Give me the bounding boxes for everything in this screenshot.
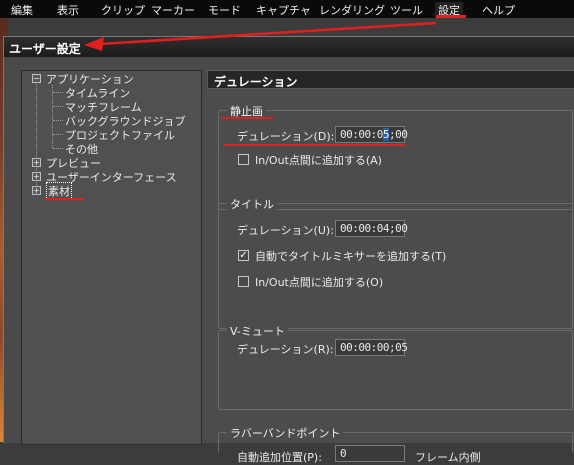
menu-help[interactable]: ヘルプ xyxy=(482,2,515,18)
v-mute-duration-value: 00:00:00;05 xyxy=(340,341,408,354)
tree-connector xyxy=(53,134,63,135)
menu-tools[interactable]: ツール xyxy=(390,2,423,18)
section-header: デュレーション xyxy=(207,70,574,89)
menu-mode[interactable]: モード xyxy=(208,2,241,18)
tree-item-project-file[interactable]: プロジェクトファイル xyxy=(65,128,175,142)
tree-connector xyxy=(53,92,63,93)
checkmark-icon: ✓ xyxy=(239,250,248,261)
rubberband-legend: ラバーバンドポイント xyxy=(227,425,344,441)
menu-capture[interactable]: キャプチャ xyxy=(256,2,311,18)
title-duration-input[interactable]: 00:00:04;00 xyxy=(335,220,408,237)
tree-item-application[interactable]: − アプリケーション xyxy=(32,72,134,86)
menu-edit[interactable]: 編集 xyxy=(11,2,33,18)
tree-item-preview[interactable]: + プレビュー xyxy=(32,156,101,170)
expand-icon[interactable]: + xyxy=(32,172,41,181)
title-auto-mixer-label: 自動でタイトルミキサーを追加する(T) xyxy=(255,250,447,263)
still-inout-label: In/Out点間に追加する(A) xyxy=(255,154,382,167)
tree-item-label-selected: 素材 xyxy=(46,181,72,200)
v-mute-legend: V-ミュート xyxy=(227,323,288,339)
title-duration-label: デュレーション(U): xyxy=(237,224,334,237)
title-duration-value: 00:00:04;00 xyxy=(340,222,408,235)
tree-connector xyxy=(53,148,63,149)
dialog-title: ユーザー設定 xyxy=(9,42,81,56)
v-mute-duration-label: デュレーション(R): xyxy=(237,343,334,356)
menu-view[interactable]: 表示 xyxy=(57,2,79,18)
tree-item-background-jobs[interactable]: バックグラウンドジョブ xyxy=(65,114,186,128)
v-mute-duration-input[interactable]: 00:00:00;05 xyxy=(335,339,408,356)
still-inout-checkbox[interactable] xyxy=(238,154,249,165)
annotation-underline-material xyxy=(46,198,84,200)
menubar: 編集 表示 クリップ マーカー モード キャプチャ レンダリング ツール 設定 … xyxy=(0,0,574,18)
expand-icon[interactable]: + xyxy=(32,186,41,195)
tree-item-match-frame[interactable]: マッチフレーム xyxy=(65,100,142,114)
collapse-icon[interactable]: − xyxy=(32,74,41,83)
tree-connector xyxy=(53,106,63,107)
annotation-underline-still-image xyxy=(221,117,273,119)
rubberband-position-label: 自動追加位置(P): xyxy=(237,451,322,464)
tree-item-other[interactable]: その他 xyxy=(65,142,98,156)
menu-rendering[interactable]: レンダリング xyxy=(319,2,385,18)
menu-marker[interactable]: マーカー xyxy=(151,2,195,18)
rubberband-unit-label: フレーム内側 xyxy=(415,451,481,464)
title-inout-checkbox[interactable] xyxy=(238,276,249,287)
title-legend: タイトル xyxy=(227,196,277,212)
title-inout-label: In/Out点間に追加する(O) xyxy=(255,276,384,289)
rubberband-position-value: 0 xyxy=(340,447,347,460)
user-settings-dialog: ユーザー設定 − アプリケーション タイムライン マッチフレーム バックグラウン… xyxy=(3,36,574,464)
still-duration-input[interactable]: 00:00:05;00 xyxy=(335,126,408,143)
tree-connector xyxy=(53,120,63,121)
section-header-title: デュレーション xyxy=(214,75,298,89)
tree-item-material[interactable]: + 素材 xyxy=(32,181,72,200)
annotation-underline-settings xyxy=(436,15,466,18)
still-duration-label: デュレーション(D): xyxy=(237,130,335,143)
title-auto-mixer-checkbox[interactable]: ✓ xyxy=(238,250,249,261)
settings-content: デュレーション 静止画 デュレーション(D): 00:00:05;00 In/O… xyxy=(207,70,574,464)
menu-clip[interactable]: クリップ xyxy=(101,2,145,18)
still-duration-value: 00:00:0 xyxy=(340,128,383,141)
still-duration-value-suffix: ;00 xyxy=(388,128,408,141)
tree-connector xyxy=(52,85,53,148)
annotation-underline-still-duration xyxy=(223,144,405,146)
settings-tree: − アプリケーション タイムライン マッチフレーム バックグラウンドジョブ プロ… xyxy=(21,70,202,445)
expand-icon[interactable]: + xyxy=(32,158,41,167)
tree-item-timeline[interactable]: タイムライン xyxy=(65,86,130,100)
rubberband-position-input[interactable]: 0 xyxy=(335,445,405,462)
dialog-titlebar[interactable]: ユーザー設定 xyxy=(4,37,574,57)
